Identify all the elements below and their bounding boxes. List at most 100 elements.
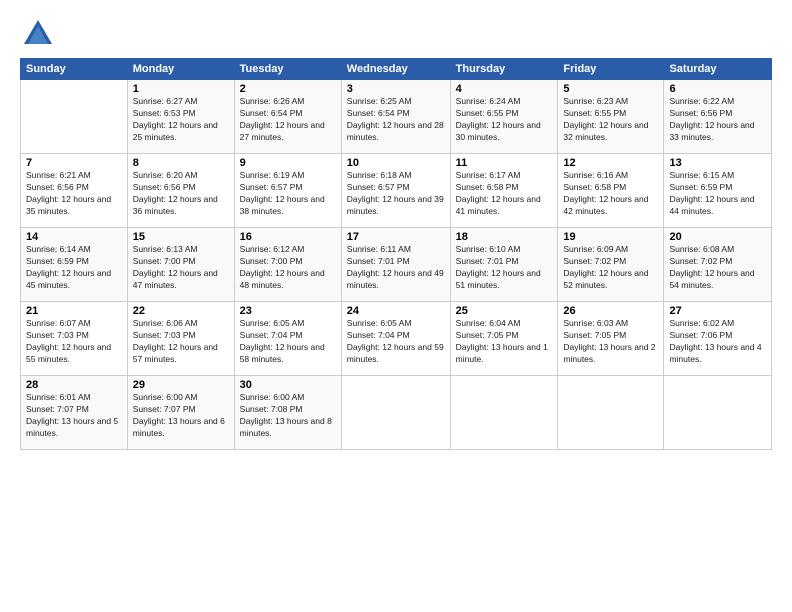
day-cell	[341, 376, 450, 450]
day-number: 16	[240, 231, 336, 243]
day-cell: 1Sunrise: 6:27 AMSunset: 6:53 PMDaylight…	[127, 80, 234, 154]
day-number: 20	[669, 231, 766, 243]
day-cell: 7Sunrise: 6:21 AMSunset: 6:56 PMDaylight…	[21, 154, 128, 228]
day-number: 4	[456, 83, 553, 95]
day-cell: 13Sunrise: 6:15 AMSunset: 6:59 PMDayligh…	[664, 154, 772, 228]
day-cell: 14Sunrise: 6:14 AMSunset: 6:59 PMDayligh…	[21, 228, 128, 302]
day-number: 25	[456, 305, 553, 317]
col-header-thursday: Thursday	[450, 59, 558, 80]
day-info: Sunrise: 6:15 AMSunset: 6:59 PMDaylight:…	[669, 170, 766, 218]
day-cell	[450, 376, 558, 450]
week-row-5: 28Sunrise: 6:01 AMSunset: 7:07 PMDayligh…	[21, 376, 772, 450]
day-cell: 4Sunrise: 6:24 AMSunset: 6:55 PMDaylight…	[450, 80, 558, 154]
day-info: Sunrise: 6:23 AMSunset: 6:55 PMDaylight:…	[563, 96, 658, 144]
col-header-saturday: Saturday	[664, 59, 772, 80]
day-number: 1	[133, 83, 229, 95]
day-number: 29	[133, 379, 229, 391]
col-header-tuesday: Tuesday	[234, 59, 341, 80]
week-row-3: 14Sunrise: 6:14 AMSunset: 6:59 PMDayligh…	[21, 228, 772, 302]
day-number: 15	[133, 231, 229, 243]
day-cell: 9Sunrise: 6:19 AMSunset: 6:57 PMDaylight…	[234, 154, 341, 228]
day-cell: 29Sunrise: 6:00 AMSunset: 7:07 PMDayligh…	[127, 376, 234, 450]
day-number: 27	[669, 305, 766, 317]
day-cell: 28Sunrise: 6:01 AMSunset: 7:07 PMDayligh…	[21, 376, 128, 450]
day-cell	[21, 80, 128, 154]
day-cell: 21Sunrise: 6:07 AMSunset: 7:03 PMDayligh…	[21, 302, 128, 376]
calendar-page: SundayMondayTuesdayWednesdayThursdayFrid…	[0, 0, 792, 612]
header-row: SundayMondayTuesdayWednesdayThursdayFrid…	[21, 59, 772, 80]
day-number: 2	[240, 83, 336, 95]
week-row-1: 1Sunrise: 6:27 AMSunset: 6:53 PMDaylight…	[21, 80, 772, 154]
day-number: 3	[347, 83, 445, 95]
day-number: 8	[133, 157, 229, 169]
logo	[20, 16, 56, 48]
day-cell: 6Sunrise: 6:22 AMSunset: 6:56 PMDaylight…	[664, 80, 772, 154]
day-info: Sunrise: 6:04 AMSunset: 7:05 PMDaylight:…	[456, 318, 553, 366]
day-number: 26	[563, 305, 658, 317]
day-info: Sunrise: 6:01 AMSunset: 7:07 PMDaylight:…	[26, 392, 122, 440]
logo-icon	[20, 16, 52, 48]
week-row-4: 21Sunrise: 6:07 AMSunset: 7:03 PMDayligh…	[21, 302, 772, 376]
day-number: 21	[26, 305, 122, 317]
day-cell: 22Sunrise: 6:06 AMSunset: 7:03 PMDayligh…	[127, 302, 234, 376]
day-info: Sunrise: 6:27 AMSunset: 6:53 PMDaylight:…	[133, 96, 229, 144]
day-cell: 24Sunrise: 6:05 AMSunset: 7:04 PMDayligh…	[341, 302, 450, 376]
day-cell: 20Sunrise: 6:08 AMSunset: 7:02 PMDayligh…	[664, 228, 772, 302]
day-number: 23	[240, 305, 336, 317]
day-cell: 15Sunrise: 6:13 AMSunset: 7:00 PMDayligh…	[127, 228, 234, 302]
day-number: 17	[347, 231, 445, 243]
day-cell: 8Sunrise: 6:20 AMSunset: 6:56 PMDaylight…	[127, 154, 234, 228]
day-number: 18	[456, 231, 553, 243]
day-cell: 16Sunrise: 6:12 AMSunset: 7:00 PMDayligh…	[234, 228, 341, 302]
day-cell	[664, 376, 772, 450]
day-info: Sunrise: 6:02 AMSunset: 7:06 PMDaylight:…	[669, 318, 766, 366]
day-cell: 26Sunrise: 6:03 AMSunset: 7:05 PMDayligh…	[558, 302, 664, 376]
day-cell: 30Sunrise: 6:00 AMSunset: 7:08 PMDayligh…	[234, 376, 341, 450]
day-info: Sunrise: 6:08 AMSunset: 7:02 PMDaylight:…	[669, 244, 766, 292]
day-info: Sunrise: 6:18 AMSunset: 6:57 PMDaylight:…	[347, 170, 445, 218]
day-number: 12	[563, 157, 658, 169]
day-info: Sunrise: 6:19 AMSunset: 6:57 PMDaylight:…	[240, 170, 336, 218]
day-info: Sunrise: 6:03 AMSunset: 7:05 PMDaylight:…	[563, 318, 658, 366]
day-number: 14	[26, 231, 122, 243]
col-header-sunday: Sunday	[21, 59, 128, 80]
day-cell: 25Sunrise: 6:04 AMSunset: 7:05 PMDayligh…	[450, 302, 558, 376]
day-number: 24	[347, 305, 445, 317]
day-number: 13	[669, 157, 766, 169]
day-info: Sunrise: 6:05 AMSunset: 7:04 PMDaylight:…	[347, 318, 445, 366]
day-number: 7	[26, 157, 122, 169]
week-row-2: 7Sunrise: 6:21 AMSunset: 6:56 PMDaylight…	[21, 154, 772, 228]
col-header-monday: Monday	[127, 59, 234, 80]
day-info: Sunrise: 6:10 AMSunset: 7:01 PMDaylight:…	[456, 244, 553, 292]
day-cell: 23Sunrise: 6:05 AMSunset: 7:04 PMDayligh…	[234, 302, 341, 376]
col-header-friday: Friday	[558, 59, 664, 80]
day-info: Sunrise: 6:07 AMSunset: 7:03 PMDaylight:…	[26, 318, 122, 366]
day-info: Sunrise: 6:11 AMSunset: 7:01 PMDaylight:…	[347, 244, 445, 292]
day-cell: 12Sunrise: 6:16 AMSunset: 6:58 PMDayligh…	[558, 154, 664, 228]
day-info: Sunrise: 6:25 AMSunset: 6:54 PMDaylight:…	[347, 96, 445, 144]
col-header-wednesday: Wednesday	[341, 59, 450, 80]
day-cell: 27Sunrise: 6:02 AMSunset: 7:06 PMDayligh…	[664, 302, 772, 376]
day-info: Sunrise: 6:00 AMSunset: 7:08 PMDaylight:…	[240, 392, 336, 440]
header	[20, 16, 772, 48]
day-info: Sunrise: 6:05 AMSunset: 7:04 PMDaylight:…	[240, 318, 336, 366]
day-cell: 3Sunrise: 6:25 AMSunset: 6:54 PMDaylight…	[341, 80, 450, 154]
day-number: 30	[240, 379, 336, 391]
day-cell: 11Sunrise: 6:17 AMSunset: 6:58 PMDayligh…	[450, 154, 558, 228]
day-number: 5	[563, 83, 658, 95]
day-number: 19	[563, 231, 658, 243]
day-info: Sunrise: 6:20 AMSunset: 6:56 PMDaylight:…	[133, 170, 229, 218]
day-number: 28	[26, 379, 122, 391]
day-info: Sunrise: 6:17 AMSunset: 6:58 PMDaylight:…	[456, 170, 553, 218]
day-cell	[558, 376, 664, 450]
day-info: Sunrise: 6:14 AMSunset: 6:59 PMDaylight:…	[26, 244, 122, 292]
day-info: Sunrise: 6:00 AMSunset: 7:07 PMDaylight:…	[133, 392, 229, 440]
day-info: Sunrise: 6:22 AMSunset: 6:56 PMDaylight:…	[669, 96, 766, 144]
calendar-table: SundayMondayTuesdayWednesdayThursdayFrid…	[20, 58, 772, 450]
day-cell: 5Sunrise: 6:23 AMSunset: 6:55 PMDaylight…	[558, 80, 664, 154]
day-info: Sunrise: 6:06 AMSunset: 7:03 PMDaylight:…	[133, 318, 229, 366]
day-info: Sunrise: 6:26 AMSunset: 6:54 PMDaylight:…	[240, 96, 336, 144]
day-info: Sunrise: 6:24 AMSunset: 6:55 PMDaylight:…	[456, 96, 553, 144]
day-cell: 2Sunrise: 6:26 AMSunset: 6:54 PMDaylight…	[234, 80, 341, 154]
day-info: Sunrise: 6:09 AMSunset: 7:02 PMDaylight:…	[563, 244, 658, 292]
